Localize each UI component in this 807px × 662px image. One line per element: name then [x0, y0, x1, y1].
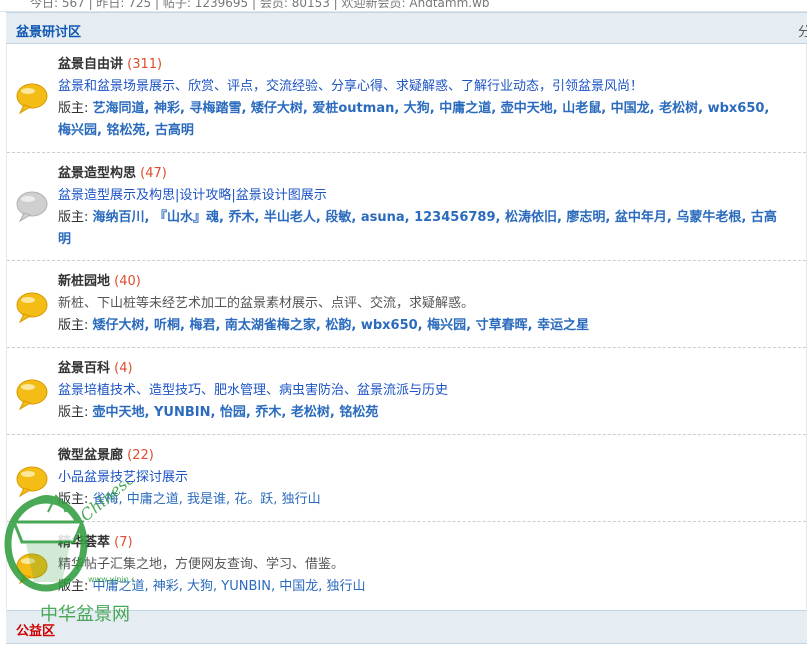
forum-info: 新桩园地 (40) 新桩、下山桩等未经艺术加工的盆景素材展示、点评、交流，求疑解… — [58, 271, 778, 337]
moderators-list[interactable]: 海纳百川, 『山水』魂, 乔木, 半山老人, 段敏, asuna, 123456… — [58, 210, 777, 247]
category-collapse-toggle[interactable]: 分 — [798, 21, 807, 40]
forum-description: 精华帖子汇集之地，方便网友查询、学习、借鉴。 — [58, 557, 345, 572]
forum-row: 微型盆景廊 (22) 小品盆景技艺探讨展示 版主: 雀梅, 中庸之道, 我是谁,… — [7, 435, 806, 522]
forum-list: 盆景自由讲 (311) 盆景和盆景场景展示、欣赏、评点，交流经验、分享心得、求疑… — [6, 44, 807, 609]
category-header-public-welfare[interactable]: 公益区 — [6, 610, 807, 644]
new-posts-bubble-icon — [15, 291, 49, 324]
forum-row: 新桩园地 (40) 新桩、下山桩等未经艺术加工的盆景素材展示、点评、交流，求疑解… — [7, 261, 806, 348]
forum-info: 盆景自由讲 (311) 盆景和盆景场景展示、欣赏、评点，交流经验、分享心得、求疑… — [58, 54, 778, 142]
forum-description: 新桩、下山桩等未经艺术加工的盆景素材展示、点评、交流，求疑解惑。 — [58, 296, 475, 311]
new-posts-bubble-icon — [15, 378, 49, 411]
forum-description: 盆景和盆景场景展示、欣赏、评点，交流经验、分享心得、求疑解惑、了解行业动态，引领… — [58, 79, 644, 94]
moderators-list[interactable]: 雀梅, 中庸之道, 我是谁, 花。跃, 独行山 — [93, 492, 321, 507]
forum-row: 盆景造型构思 (47) 盆景造型展示及构思|设计攻略|盆景设计图展示 版主: 海… — [7, 153, 806, 261]
forum-post-count: (4) — [114, 361, 133, 376]
forum-title-link[interactable]: 盆景百科 — [58, 361, 110, 376]
category-title[interactable]: 盆景研讨区 — [16, 21, 81, 40]
forum-info: 微型盆景廊 (22) 小品盆景技艺探讨展示 版主: 雀梅, 中庸之道, 我是谁,… — [58, 445, 778, 511]
no-new-posts-bubble-icon — [15, 190, 49, 223]
forum-info: 盆景百科 (4) 盆景培植技术、造型技巧、肥水管理、病虫害防治、盆景流派与历史 … — [58, 358, 778, 424]
new-posts-bubble-icon — [15, 465, 49, 498]
moderators-list[interactable]: 艺海同道, 神彩, 寻梅踏雪, 矮仔大树, 爱桩outman, 大狗, 中庸之道… — [58, 101, 769, 138]
moderators-list[interactable]: 矮仔大树, 听桐, 梅君, 南太湖雀梅之家, 松韵, wbx650, 梅兴园, … — [93, 318, 590, 333]
moderators-label: 版主: — [58, 210, 93, 225]
forum-row: 盆景自由讲 (311) 盆景和盆景场景展示、欣赏、评点，交流经验、分享心得、求疑… — [7, 44, 806, 153]
forum-post-count: (40) — [114, 274, 141, 289]
forum-stats-text: 今日: 567 | 昨日: 725 | 帖子: 1239695 | 会员: 80… — [30, 0, 490, 10]
moderators-label: 版主: — [58, 405, 93, 420]
forum-title-link[interactable]: 精华荟萃 — [58, 535, 110, 550]
forum-post-count: (22) — [127, 448, 154, 463]
forum-post-count: (7) — [114, 535, 133, 550]
moderators-label: 版主: — [58, 318, 93, 333]
forum-stats-bar: 今日: 567 | 昨日: 725 | 帖子: 1239695 | 会员: 80… — [0, 0, 807, 12]
forum-row: 精华荟萃 (7) 精华帖子汇集之地，方便网友查询、学习、借鉴。 版主: 中庸之道… — [7, 522, 806, 609]
category-header-bonsai-discussion[interactable]: 盆景研讨区 分 — [6, 12, 807, 44]
forum-row: 盆景百科 (4) 盆景培植技术、造型技巧、肥水管理、病虫害防治、盆景流派与历史 … — [7, 348, 806, 435]
moderators-label: 版主: — [58, 579, 93, 594]
moderators-label: 版主: — [58, 492, 93, 507]
forum-info: 盆景造型构思 (47) 盆景造型展示及构思|设计攻略|盆景设计图展示 版主: 海… — [58, 163, 778, 251]
category-title[interactable]: 公益区 — [16, 620, 55, 639]
forum-title-link[interactable]: 新桩园地 — [58, 274, 110, 289]
forum-title-link[interactable]: 盆景造型构思 — [58, 166, 136, 181]
new-posts-bubble-icon — [15, 82, 49, 115]
moderators-list[interactable]: 中庸之道, 神彩, 大狗, YUNBIN, 中国龙, 独行山 — [93, 579, 366, 594]
moderators-label: 版主: — [58, 101, 93, 116]
forum-description[interactable]: 小品盆景技艺探讨展示 — [58, 467, 778, 489]
forum-info: 精华荟萃 (7) 精华帖子汇集之地，方便网友查询、学习、借鉴。 版主: 中庸之道… — [58, 532, 778, 598]
forum-title-link[interactable]: 盆景自由讲 — [58, 57, 123, 72]
forum-post-count: (311) — [127, 57, 163, 72]
moderators-list[interactable]: 壶中天地, YUNBIN, 怡园, 乔木, 老松树, 铭松苑 — [93, 405, 379, 420]
forum-description: 盆景培植技术、造型技巧、肥水管理、病虫害防治、盆景流派与历史 — [58, 383, 449, 398]
forum-post-count: (47) — [140, 166, 167, 181]
forum-description[interactable]: 盆景造型展示及构思|设计攻略|盆景设计图展示 — [58, 185, 778, 207]
new-posts-bubble-icon — [15, 552, 49, 585]
forum-title-link[interactable]: 微型盆景廊 — [58, 448, 123, 463]
